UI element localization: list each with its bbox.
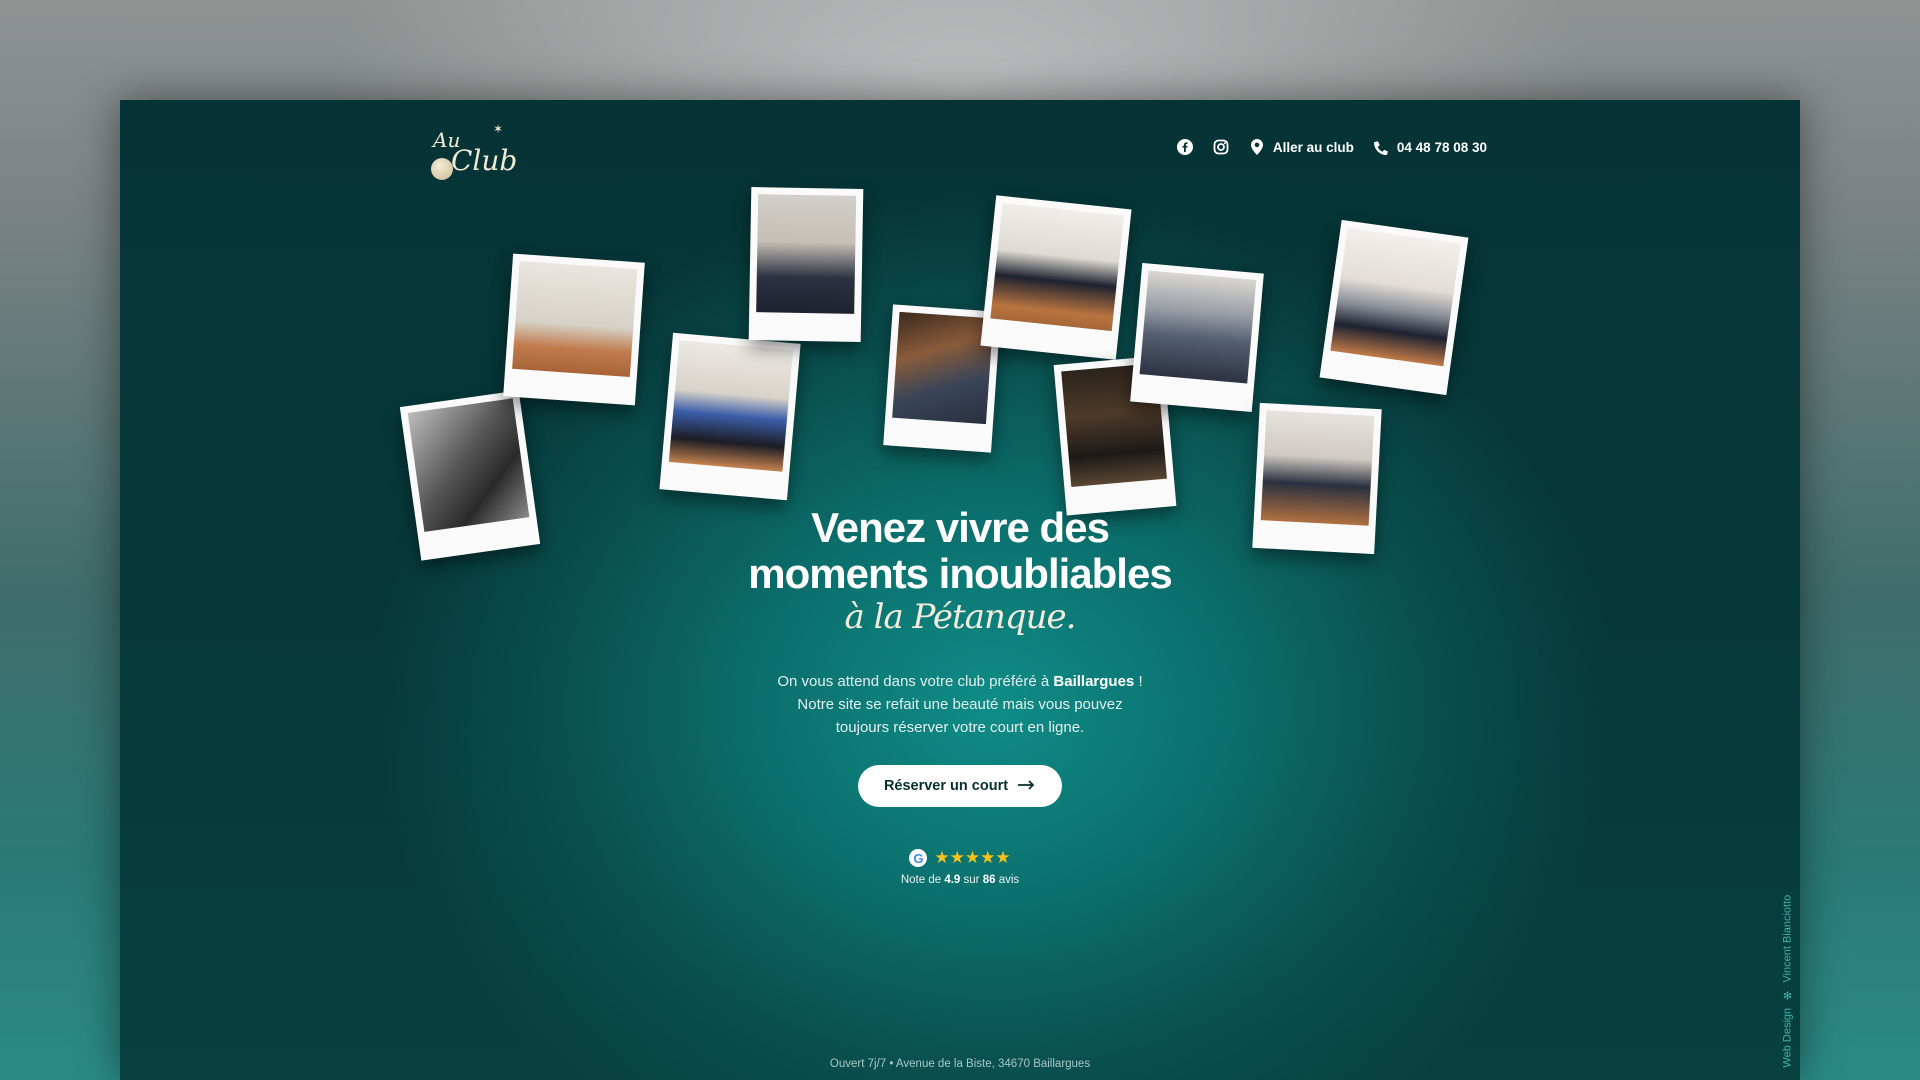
photo-polaroid [980, 195, 1132, 360]
credit-mark-icon: ✻ [1782, 989, 1794, 1003]
photo [1330, 227, 1461, 367]
phone-link[interactable]: 04 48 78 08 30 [1372, 138, 1487, 156]
rating-suffix: avis [998, 874, 1020, 886]
rating-count: 86 [982, 874, 996, 886]
desc-city: Baillargues [1053, 673, 1135, 690]
photo-polaroid [659, 332, 801, 501]
desc-line2: Notre site se refait une beauté mais vou… [797, 696, 1123, 713]
credit-author: Vincent Bianciotto [1781, 895, 1794, 984]
instagram-icon[interactable] [1212, 138, 1230, 156]
footer-info: Ouvert 7j/7 • Avenue de la Biste, 34670 … [829, 1058, 1091, 1070]
hero-title: Venez vivre des moments inoubliables [120, 505, 1800, 597]
photo [990, 202, 1124, 332]
photo-polaroid [503, 253, 645, 406]
desc-exclaim: ! [1138, 673, 1143, 690]
petanque-ball-icon [431, 158, 453, 180]
hero-title-line1: Venez vivre des [811, 504, 1110, 551]
rating-note: Note de 4.9 sur 86 avis [120, 874, 1800, 886]
photo-polaroid [748, 187, 864, 342]
map-pin-icon [1248, 138, 1266, 156]
photo [756, 194, 857, 314]
photo [512, 261, 638, 378]
spark-icon: ✶ [493, 122, 504, 136]
website-screen: ✶ Au Club Aller au club 04 48 78 08 30 V… [120, 100, 1800, 1080]
club-logo[interactable]: ✶ Au Club [425, 120, 518, 184]
hero-script-title: à la Pétanque. [844, 597, 1077, 637]
facebook-icon[interactable] [1176, 138, 1194, 156]
phone-number: 04 48 78 08 30 [1396, 139, 1487, 155]
photo [668, 340, 794, 472]
google-rating[interactable]: G ★★★★★ Note de 4.9 sur 86 avis [120, 848, 1800, 886]
book-court-button[interactable]: Réserver un court [858, 765, 1062, 807]
photo-polaroid [1319, 219, 1469, 396]
book-court-label: Réserver un court [883, 778, 1009, 794]
top-nav: Aller au club 04 48 78 08 30 [1176, 138, 1487, 156]
star-rating: ★★★★★ [934, 848, 1011, 867]
rating-score: 4.9 [944, 874, 961, 886]
google-icon: G [909, 849, 928, 867]
phone-icon [1372, 138, 1390, 156]
logo-main-text: Club [451, 144, 518, 177]
desc-text: On vous attend dans votre club préféré à [777, 673, 1050, 690]
desc-line3: toujours réserver votre court en ligne. [835, 719, 1085, 736]
hero-title-line2: moments inoubliables [748, 550, 1172, 597]
rating-prefix: Note de [900, 874, 942, 886]
rating-mid: sur [963, 874, 980, 886]
photo [892, 311, 994, 425]
photo-polaroid [1130, 262, 1264, 413]
arrow-right-icon [1018, 778, 1036, 794]
photo [1139, 270, 1257, 384]
directions-link[interactable]: Aller au club [1248, 138, 1354, 156]
credit-label: Web Design [1781, 1008, 1794, 1068]
hero-description: On vous attend dans votre club préféré à… [120, 670, 1800, 739]
directions-label: Aller au club [1272, 139, 1354, 155]
design-credit: Web Design ✻ Vincent Bianciotto [1781, 895, 1795, 1068]
